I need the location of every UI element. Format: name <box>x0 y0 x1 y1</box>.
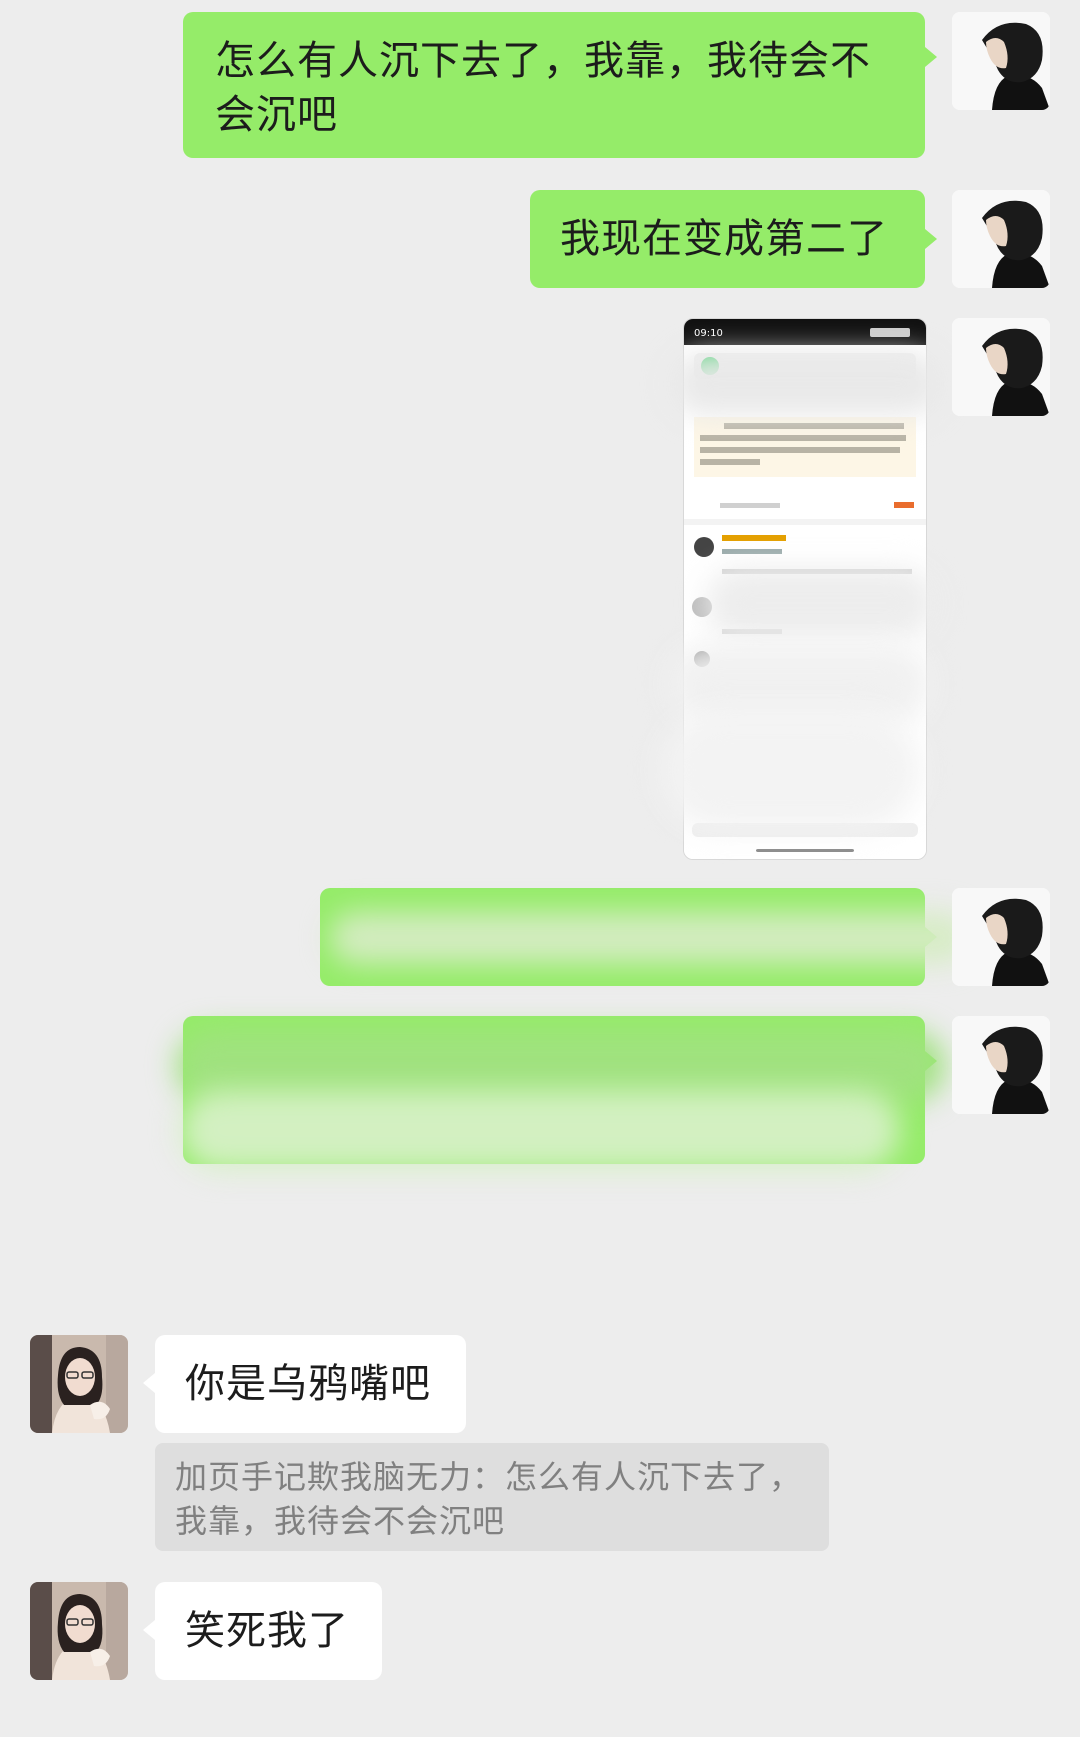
avatar-girl-photo-icon <box>30 1582 128 1680</box>
bubble-tail <box>925 229 937 249</box>
avatar-profile-photo-icon <box>952 12 1050 110</box>
message-bubble-received[interactable]: 笑死我了 <box>155 1582 382 1680</box>
avatar-other[interactable] <box>30 1582 128 1680</box>
message-text: 我现在变成第二了 <box>560 216 888 262</box>
avatar-self[interactable] <box>952 190 1050 288</box>
blur-redaction <box>660 710 920 830</box>
avatar-profile-photo-icon <box>952 318 1050 416</box>
avatar-self[interactable] <box>952 888 1050 986</box>
quoted-message[interactable]: 加页手记欺我脑无力：怎么有人沉下去了，我靠，我待会不会沉吧 <box>155 1443 829 1551</box>
message-text: 你是乌鸦嘴吧 <box>185 1361 431 1407</box>
bubble-tail <box>143 1373 155 1393</box>
blur-redaction <box>672 352 942 416</box>
quoted-message-text: 加页手记欺我脑无力：怎么有人沉下去了，我靠，我待会不会沉吧 <box>175 1458 803 1540</box>
blur-redaction <box>180 1090 900 1170</box>
bubble-tail <box>143 1620 155 1640</box>
avatar-self[interactable] <box>952 12 1050 110</box>
avatar-girl-photo-icon <box>30 1335 128 1433</box>
bubble-tail <box>925 47 937 67</box>
avatar-profile-photo-icon <box>952 888 1050 986</box>
avatar-other[interactable] <box>30 1335 128 1433</box>
avatar-self[interactable] <box>952 318 1050 416</box>
status-time: 09:10 <box>694 328 723 339</box>
message-bubble-sent[interactable]: 怎么有人沉下去了，我靠，我待会不 会沉吧 <box>183 12 925 158</box>
avatar-self[interactable] <box>952 1016 1050 1114</box>
message-text: 笑死我了 <box>185 1608 349 1654</box>
blur-redaction <box>330 912 970 964</box>
blur-redaction <box>706 568 936 638</box>
message-bubble-sent[interactable]: 我现在变成第二了 <box>530 190 925 288</box>
avatar-profile-photo-icon <box>952 1016 1050 1114</box>
message-text: 怎么有人沉下去了，我靠，我待会不 会沉吧 <box>215 38 871 138</box>
avatar-profile-photo-icon <box>952 190 1050 288</box>
message-bubble-received[interactable]: 你是乌鸦嘴吧 <box>155 1335 466 1433</box>
